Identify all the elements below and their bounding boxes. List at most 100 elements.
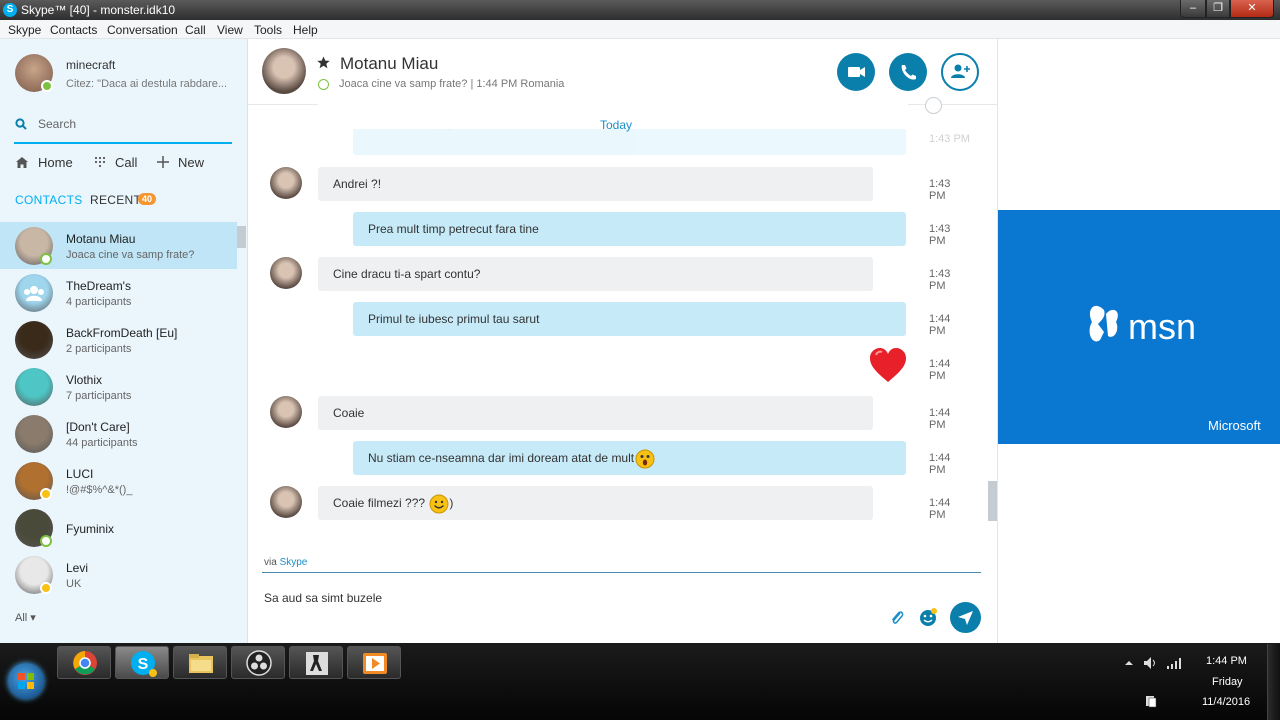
contact-name: Levi (66, 561, 89, 575)
contact-item[interactable]: Fyuminix (0, 504, 237, 551)
send-button[interactable] (950, 602, 981, 633)
profile-presence-icon (41, 80, 53, 92)
nav-new[interactable]: New (178, 155, 204, 170)
message-sender-avatar[interactable] (270, 167, 302, 199)
group-avatar (15, 274, 53, 312)
contact-avatar (15, 415, 53, 453)
taskbar-counter-strike[interactable] (289, 646, 343, 679)
tab-contacts[interactable]: CONTACTS (15, 193, 83, 207)
contact-item[interactable]: BackFromDeath [Eu] 2 participants (0, 316, 237, 363)
volume-icon[interactable] (1143, 656, 1159, 670)
contact-item[interactable]: Vlothix 7 participants (0, 363, 237, 410)
taskbar-obs[interactable] (231, 646, 285, 679)
contact-item[interactable]: [Don't Care] 44 participants (0, 410, 237, 457)
clock-date[interactable]: 11/4/2016 (1202, 696, 1250, 708)
menu-bar: Skype Contacts Conversation Call View To… (0, 20, 1280, 39)
message-text: Coaie (333, 406, 365, 420)
contact-item[interactable]: TheDream's 4 participants (0, 269, 237, 316)
windows-logo-icon (18, 673, 34, 689)
show-desktop-button[interactable] (1267, 644, 1280, 720)
profile-mood[interactable]: Citez: "Daca ai destula rabdare... (66, 78, 227, 90)
menu-call[interactable]: Call (185, 23, 206, 37)
outgoing-message-bubble[interactable]: Nu stiam ce-nseamna dar imi doream atat … (353, 441, 906, 475)
clock-time[interactable]: 1:44 PM (1206, 655, 1247, 667)
incoming-message-bubble[interactable]: Coaie filmezi ??? ) (318, 486, 873, 520)
contact-subtitle: Joaca cine va samp frate? (66, 249, 195, 261)
counter-strike-icon (306, 652, 328, 675)
contact-presence-icon (40, 582, 52, 594)
message-timestamp: 1:44 PM (929, 407, 951, 431)
menu-tools[interactable]: Tools (254, 23, 282, 37)
window-title: Skype™ [40] - monster.idk10 (21, 3, 176, 17)
message-sender-avatar[interactable] (270, 486, 302, 518)
contact-subtitle: 4 participants (66, 296, 132, 308)
action-center-icon[interactable] (1144, 694, 1158, 708)
attach-file-icon[interactable] (888, 609, 906, 627)
message-input[interactable]: Sa aud sa simt buzele (264, 591, 382, 605)
media-player-icon (363, 653, 387, 674)
menu-conversation[interactable]: Conversation (107, 23, 178, 37)
message-sender-avatar[interactable] (270, 257, 302, 289)
surprised-emoticon-icon (635, 449, 655, 469)
contact-item[interactable]: Levi UK (0, 551, 237, 598)
contact-subtitle: 7 participants (66, 390, 132, 402)
outgoing-message-bubble[interactable]: Primul te iubesc primul tau sarut (353, 302, 906, 336)
message-timestamp: 1:43 PM (929, 178, 951, 202)
tray-expand-icon[interactable] (1124, 658, 1134, 668)
start-button[interactable] (8, 663, 44, 699)
audio-call-button[interactable] (889, 53, 927, 91)
via-label: via Skype (264, 557, 307, 568)
minimize-button[interactable]: ‒ (1180, 0, 1206, 18)
incoming-message-bubble[interactable]: Cine dracu ti-a spart contu? (318, 257, 873, 291)
favorite-star-icon[interactable] (317, 56, 330, 69)
taskbar-chrome[interactable] (57, 646, 111, 679)
profile-name[interactable]: minecraft (66, 58, 115, 72)
message-text-suffix: ) (449, 496, 454, 510)
contact-name: TheDream's (66, 279, 131, 293)
compose-divider (262, 572, 981, 573)
message-timestamp: 1:44 PM (929, 497, 951, 521)
menu-skype[interactable]: Skype (8, 23, 41, 37)
network-icon[interactable] (1166, 657, 1182, 669)
menu-contacts[interactable]: Contacts (50, 23, 97, 37)
contact-name: [Don't Care] (66, 420, 130, 434)
chat-avatar[interactable] (262, 48, 306, 94)
maximize-button[interactable]: ❐ (1206, 0, 1230, 18)
menu-help[interactable]: Help (293, 23, 318, 37)
message-sender-avatar[interactable] (270, 396, 302, 428)
taskbar-skype[interactable]: S (115, 646, 169, 679)
svg-text:S: S (138, 656, 149, 673)
message-text: Primul te iubesc primul tau sarut (368, 312, 540, 326)
add-people-button[interactable] (941, 53, 979, 91)
contact-item[interactable]: Motanu Miau Joaca cine va samp frate? (0, 222, 237, 269)
incoming-message-bubble[interactable]: Andrei ?! (318, 167, 873, 201)
taskbar-explorer[interactable] (173, 646, 227, 679)
nav-call[interactable]: Call (115, 155, 137, 170)
dialpad-icon (95, 157, 105, 167)
phone-icon (901, 65, 916, 80)
via-link[interactable]: Skype (280, 557, 308, 568)
search-underline (14, 142, 232, 144)
contact-subtitle: 2 participants (66, 343, 132, 355)
nav-home[interactable]: Home (38, 155, 73, 170)
sidebar: minecraft Citez: "Daca ai destula rabdar… (0, 39, 247, 643)
outgoing-message-bubble[interactable]: Prea mult timp petrecut fara tine (353, 212, 906, 246)
tab-recent[interactable]: RECENT (90, 193, 141, 207)
folder-icon (189, 654, 213, 673)
group-icon (24, 286, 44, 301)
clock-day[interactable]: Friday (1212, 676, 1243, 688)
date-divider-label: Today (600, 118, 633, 132)
contact-item[interactable]: LUCI !@#$%^&*()_ (0, 457, 237, 504)
emoticon-picker-icon[interactable] (918, 607, 938, 627)
filter-dropdown[interactable]: All ▾ (15, 611, 36, 624)
close-button[interactable]: ✕ (1230, 0, 1274, 18)
incoming-message-bubble[interactable]: Coaie (318, 396, 873, 430)
search-input[interactable]: Search (38, 117, 76, 131)
menu-view[interactable]: View (217, 23, 243, 37)
skype-logo-icon: S (3, 3, 17, 17)
taskbar-media-player[interactable] (347, 646, 401, 679)
sidebar-scrollbar[interactable] (237, 226, 246, 248)
messages-scrollbar[interactable] (988, 481, 997, 521)
video-call-button[interactable] (837, 53, 875, 91)
message-timestamp: 1:44 PM (929, 452, 951, 476)
